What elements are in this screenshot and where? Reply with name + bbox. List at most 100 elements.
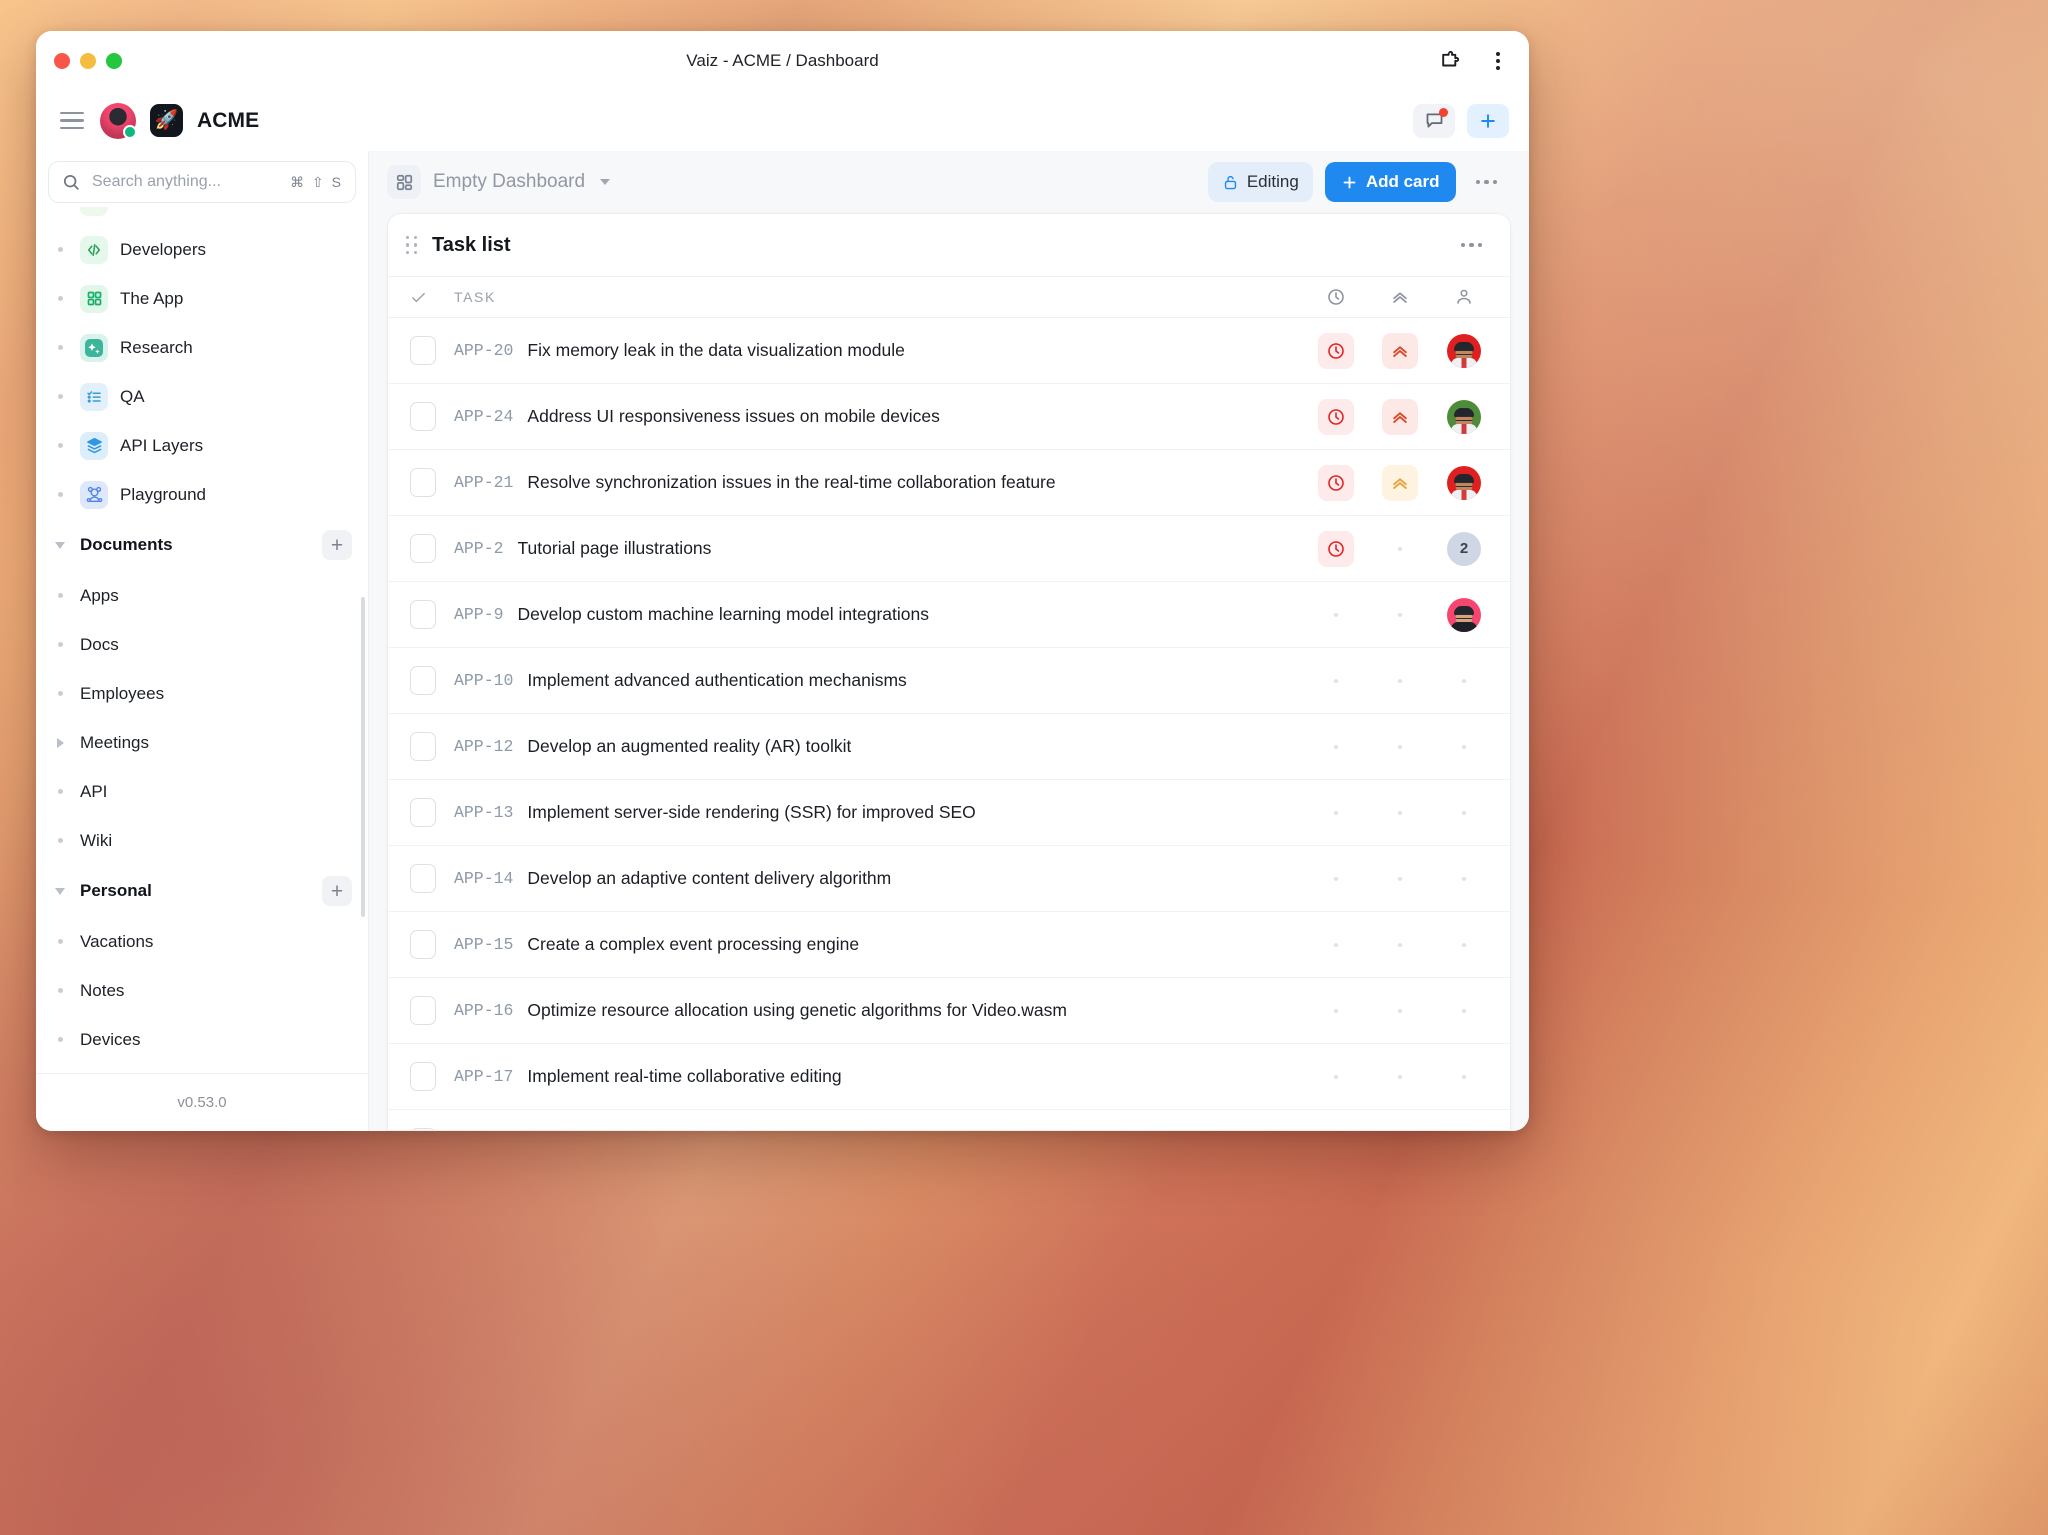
- priority-empty[interactable]: [1398, 679, 1402, 683]
- row-checkbox[interactable]: [410, 996, 436, 1025]
- row-checkbox[interactable]: [410, 864, 436, 893]
- due-date-chip[interactable]: [1318, 465, 1354, 501]
- table-row[interactable]: APP-21 Resolve synchronization issues in…: [388, 450, 1510, 516]
- due-date-empty[interactable]: [1334, 943, 1338, 947]
- chevron-down-icon[interactable]: [52, 542, 68, 549]
- table-row[interactable]: APP-23 Debug and fix the email notificat…: [388, 1110, 1510, 1130]
- avatar[interactable]: [100, 103, 136, 139]
- priority-empty[interactable]: [1398, 613, 1402, 617]
- priority-empty[interactable]: [1398, 547, 1402, 551]
- due-date-chip[interactable]: [1318, 333, 1354, 369]
- table-row[interactable]: APP-13 Implement server-side rendering (…: [388, 780, 1510, 846]
- row-checkbox[interactable]: [410, 336, 436, 365]
- due-date-empty[interactable]: [1334, 1009, 1338, 1013]
- table-row[interactable]: APP-24 Address UI responsiveness issues …: [388, 384, 1510, 450]
- workspace-logo[interactable]: 🚀: [150, 104, 183, 137]
- row-checkbox[interactable]: [410, 732, 436, 761]
- header-task[interactable]: TASK: [454, 289, 1304, 305]
- assignee-empty[interactable]: [1462, 1075, 1466, 1079]
- sidebar-item-the-app[interactable]: The App: [48, 274, 356, 323]
- priority-chip[interactable]: [1382, 333, 1418, 369]
- assignee-avatar[interactable]: [1447, 598, 1481, 632]
- sidebar-item-employees[interactable]: Employees: [48, 669, 356, 718]
- due-date-chip[interactable]: [1318, 399, 1354, 435]
- assignee-empty[interactable]: [1462, 943, 1466, 947]
- sidebar-item-playground[interactable]: Playground: [48, 470, 356, 519]
- priority-chip[interactable]: [1382, 465, 1418, 501]
- due-date-empty[interactable]: [1334, 877, 1338, 881]
- table-row[interactable]: APP-9 Develop custom machine learning mo…: [388, 582, 1510, 648]
- table-row[interactable]: APP-2 Tutorial page illustrations 2: [388, 516, 1510, 582]
- kebab-menu-icon[interactable]: [1485, 48, 1511, 74]
- row-checkbox[interactable]: [410, 600, 436, 629]
- page-title[interactable]: Empty Dashboard: [433, 171, 585, 193]
- priority-empty[interactable]: [1398, 877, 1402, 881]
- drag-grip-icon[interactable]: [406, 236, 418, 254]
- chevron-down-icon[interactable]: [52, 888, 68, 895]
- chevron-down-icon[interactable]: [600, 179, 610, 185]
- row-checkbox[interactable]: [410, 402, 436, 431]
- sidebar-item-docs[interactable]: Docs: [48, 620, 356, 669]
- assignee-avatar[interactable]: [1447, 466, 1481, 500]
- sidebar-item-notes[interactable]: Notes: [48, 966, 356, 1015]
- due-date-chip[interactable]: [1318, 531, 1354, 567]
- hamburger-icon[interactable]: [58, 106, 86, 136]
- priority-empty[interactable]: [1398, 811, 1402, 815]
- due-date-empty[interactable]: [1334, 613, 1338, 617]
- card-more-icon[interactable]: [1453, 235, 1491, 256]
- more-horizontal-icon[interactable]: [1468, 172, 1506, 193]
- sidebar-item-devices[interactable]: Devices: [48, 1015, 356, 1064]
- section-header-documents[interactable]: Documents +: [48, 519, 356, 571]
- sidebar-item-api[interactable]: API: [48, 767, 356, 816]
- add-document-button[interactable]: +: [322, 530, 352, 560]
- row-checkbox[interactable]: [410, 1062, 436, 1091]
- sidebar-item-api-layers[interactable]: API Layers: [48, 421, 356, 470]
- header-assignee-icon[interactable]: [1432, 287, 1496, 307]
- sidebar-item-apps[interactable]: Apps: [48, 571, 356, 620]
- row-checkbox[interactable]: [410, 534, 436, 563]
- sidebar-item-wiki[interactable]: Wiki: [48, 816, 356, 865]
- close-button[interactable]: [54, 53, 70, 69]
- due-date-empty[interactable]: [1334, 1075, 1338, 1079]
- row-checkbox[interactable]: [410, 930, 436, 959]
- minimize-button[interactable]: [80, 53, 96, 69]
- puzzle-piece-icon[interactable]: [1437, 48, 1463, 74]
- priority-empty[interactable]: [1398, 745, 1402, 749]
- header-clock-icon[interactable]: [1304, 287, 1368, 307]
- priority-empty[interactable]: [1398, 943, 1402, 947]
- sidebar-item-research[interactable]: Research: [48, 323, 356, 372]
- sidebar-nav[interactable]: Developers The App: [36, 207, 368, 1073]
- table-row[interactable]: APP-14 Develop an adaptive content deliv…: [388, 846, 1510, 912]
- sidebar-item-qa[interactable]: QA: [48, 372, 356, 421]
- section-header-personal[interactable]: Personal +: [48, 865, 356, 917]
- row-checkbox[interactable]: [410, 798, 436, 827]
- table-row[interactable]: APP-12 Develop an augmented reality (AR)…: [388, 714, 1510, 780]
- assignee-empty[interactable]: [1462, 679, 1466, 683]
- header-check-icon[interactable]: [410, 289, 454, 306]
- assignee-empty[interactable]: [1462, 745, 1466, 749]
- header-priority-icon[interactable]: [1368, 287, 1432, 307]
- assignee-avatar[interactable]: [1447, 334, 1481, 368]
- window-controls[interactable]: [54, 53, 122, 69]
- due-date-empty[interactable]: [1334, 811, 1338, 815]
- add-card-button[interactable]: Add card: [1325, 162, 1456, 202]
- editing-button[interactable]: Editing: [1208, 162, 1313, 202]
- sidebar-item-clipped[interactable]: [48, 207, 356, 225]
- chevron-right-icon[interactable]: [52, 738, 68, 748]
- assignee-empty[interactable]: [1462, 877, 1466, 881]
- table-row[interactable]: APP-17 Implement real-time collaborative…: [388, 1044, 1510, 1110]
- assignee-empty[interactable]: [1462, 1009, 1466, 1013]
- table-row[interactable]: APP-10 Implement advanced authentication…: [388, 648, 1510, 714]
- comment-bubble-icon[interactable]: [1413, 104, 1455, 138]
- priority-empty[interactable]: [1398, 1009, 1402, 1013]
- table-row[interactable]: APP-20 Fix memory leak in the data visua…: [388, 318, 1510, 384]
- assignee-count[interactable]: 2: [1447, 532, 1481, 566]
- due-date-empty[interactable]: [1334, 745, 1338, 749]
- assignee-avatar[interactable]: [1447, 400, 1481, 434]
- sidebar-item-vacations[interactable]: Vacations: [48, 917, 356, 966]
- search-input[interactable]: Search anything... ⌘ ⇧ S: [48, 161, 356, 203]
- row-checkbox[interactable]: [410, 468, 436, 497]
- due-date-empty[interactable]: [1334, 679, 1338, 683]
- add-personal-button[interactable]: +: [322, 876, 352, 906]
- maximize-button[interactable]: [106, 53, 122, 69]
